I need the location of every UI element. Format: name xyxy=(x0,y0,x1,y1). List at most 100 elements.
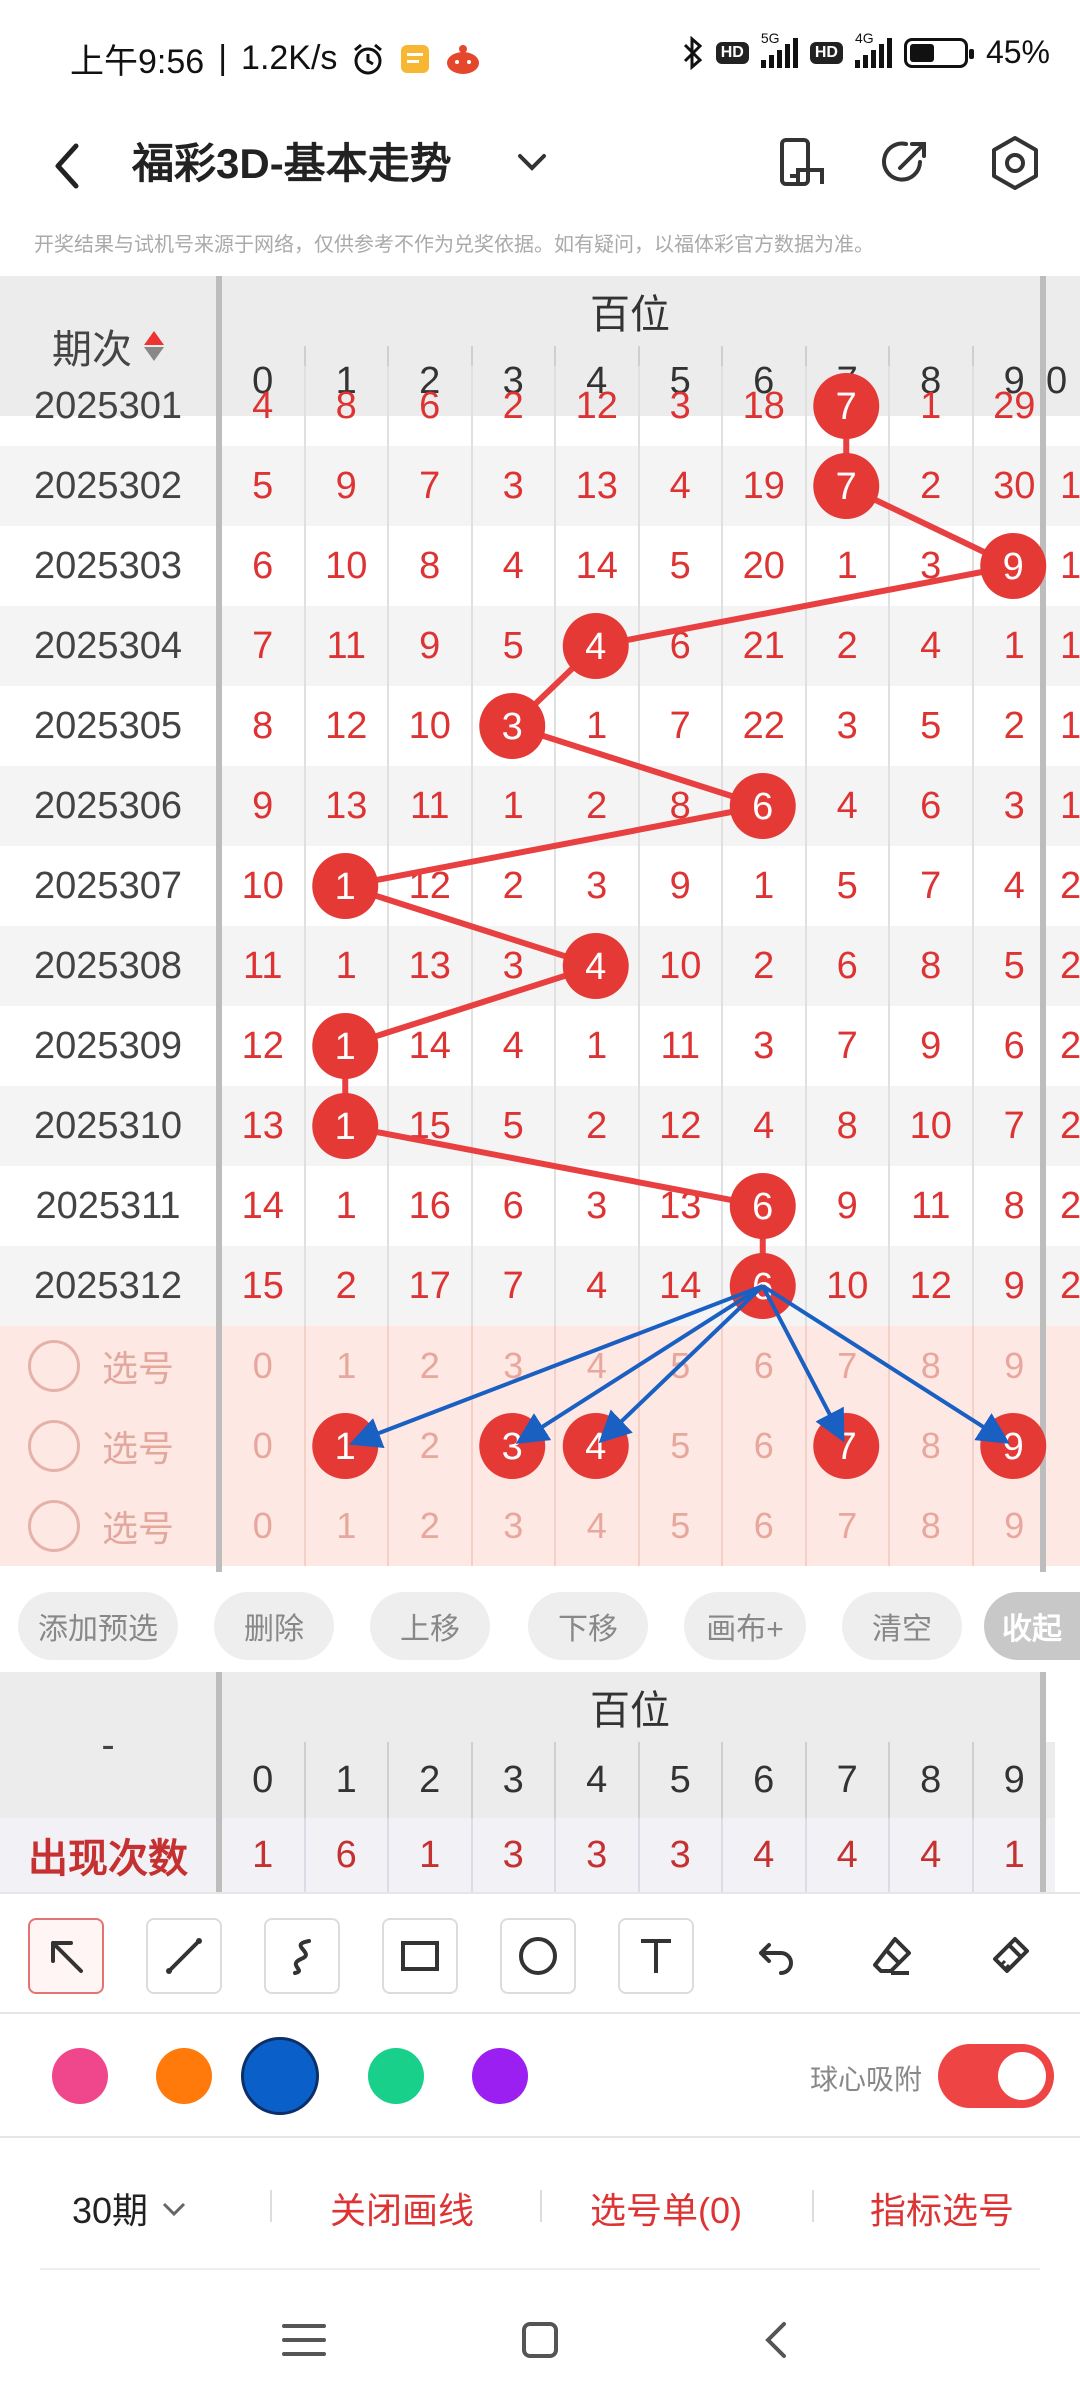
stats-digit: 0 xyxy=(220,1742,304,1818)
svg-text:7: 7 xyxy=(836,466,857,508)
projection-arrow xyxy=(761,1284,1010,1444)
color-swatch[interactable] xyxy=(472,2048,528,2104)
snap-toggle[interactable] xyxy=(938,2044,1054,2108)
canvas-plus-button[interactable]: 画布+ xyxy=(684,1592,806,1660)
hit-ball: 4 xyxy=(562,613,629,679)
rectangle-icon xyxy=(401,1941,439,1971)
battery-percent: 45% xyxy=(985,34,1050,70)
color-swatch[interactable] xyxy=(52,2048,108,2104)
hit-ball: 6 xyxy=(729,773,796,839)
trend-line-segment xyxy=(595,563,1014,649)
drawing-overlay[interactable]: 77943614116613479 xyxy=(0,276,1080,1572)
svg-text:6: 6 xyxy=(752,786,773,828)
stats-digit: 7 xyxy=(804,1742,889,1818)
eraser-icon xyxy=(873,1937,911,1975)
stats-digit: 6 xyxy=(721,1742,805,1818)
hit-ball: 7 xyxy=(813,453,880,519)
share-icon[interactable] xyxy=(870,128,940,198)
hit-ball: 1 xyxy=(312,1013,379,1079)
trend-line-segment xyxy=(344,883,597,969)
pick-list-button[interactable]: 选号单(0) xyxy=(590,2182,742,2234)
occurrence-value: 1 xyxy=(220,1818,304,1892)
home-icon[interactable] xyxy=(510,2310,570,2370)
occurrence-value: 3 xyxy=(470,1818,555,1892)
stats-digit: 4 xyxy=(554,1742,638,1818)
status-time: 上午9:56 xyxy=(70,43,205,81)
color-swatch[interactable] xyxy=(368,2048,424,2104)
occurrence-value: 4 xyxy=(888,1818,972,1892)
projection-arrow xyxy=(348,1284,764,1449)
drawing-toolbar xyxy=(0,1892,1080,2012)
selected-pick-ball[interactable]: 3 xyxy=(479,1413,546,1479)
clear-brush-tool[interactable] xyxy=(972,1918,1048,1994)
stats-digit: 8 xyxy=(888,1742,972,1818)
pointer-icon xyxy=(51,1941,83,1973)
circle-tool[interactable] xyxy=(500,1918,576,1994)
stats-digit: 3 xyxy=(470,1742,555,1818)
back-arrow-icon[interactable] xyxy=(40,130,100,200)
move-down-button[interactable]: 下移 xyxy=(528,1592,648,1660)
occurrence-value: 1 xyxy=(387,1818,471,1892)
eraser-tool[interactable] xyxy=(854,1918,930,1994)
stats-corner: - xyxy=(0,1672,216,1818)
snap-label: 球心吸附 xyxy=(810,2064,923,2095)
color-swatch[interactable] xyxy=(156,2048,212,2104)
move-up-button[interactable]: 上移 xyxy=(370,1592,490,1660)
trend-chart: 期次 百位 0123456789 0 202530148621231812920… xyxy=(0,276,1080,1572)
indicator-pick-button[interactable]: 指标选号 xyxy=(870,2182,1014,2234)
svg-text:1: 1 xyxy=(335,1426,356,1468)
svg-text:4: 4 xyxy=(585,1426,606,1468)
stats-table: - 百位 0123456789 出现次数 1613334441 xyxy=(0,1672,1080,1892)
svg-text:1: 1 xyxy=(335,866,356,908)
system-nav-bar xyxy=(0,2270,1080,2400)
hit-ball: 4 xyxy=(562,933,629,999)
color-swatch[interactable] xyxy=(241,2037,319,2115)
occurrence-label: 出现次数 xyxy=(0,1818,216,1892)
menu-icon[interactable] xyxy=(274,2310,334,2370)
hit-ball: 6 xyxy=(729,1173,796,1239)
clear-button[interactable]: 清空 xyxy=(842,1592,962,1660)
trend-line-segment xyxy=(344,963,597,1049)
svg-text:9: 9 xyxy=(1003,546,1024,588)
occurrence-value: 3 xyxy=(554,1818,638,1892)
battery-icon xyxy=(903,37,974,68)
occurrence-value: 4 xyxy=(721,1818,805,1892)
hit-ball: 1 xyxy=(312,853,379,919)
hit-ball: 9 xyxy=(980,533,1047,599)
pointer-tool[interactable] xyxy=(28,1918,104,1994)
close-drawing-button[interactable]: 关闭画线 xyxy=(330,2182,474,2234)
network-type-5g: 5G xyxy=(760,29,780,46)
occurrence-value: 3 xyxy=(637,1818,722,1892)
hd-badge: HD xyxy=(715,41,749,64)
trend-line-segment xyxy=(344,1123,764,1209)
delete-button[interactable]: 删除 xyxy=(214,1592,334,1660)
phone-layout-icon[interactable] xyxy=(768,128,838,198)
page-title[interactable]: 福彩3D-基本走势 xyxy=(132,130,452,191)
status-net-speed: 1.2K/s xyxy=(241,39,338,77)
alarm-icon xyxy=(354,43,383,74)
undo-tool[interactable] xyxy=(736,1918,812,1994)
settings-icon[interactable] xyxy=(980,128,1050,198)
back-nav-icon[interactable] xyxy=(748,2310,808,2370)
curve-icon xyxy=(293,1939,311,1975)
selected-pick-ball[interactable]: 7 xyxy=(813,1413,880,1479)
chevron-down-icon[interactable] xyxy=(512,142,552,182)
rectangle-tool[interactable] xyxy=(382,1918,458,1994)
notes-app-icon xyxy=(401,44,430,73)
hit-ball: 7 xyxy=(813,373,880,439)
network-type-4g: 4G xyxy=(854,29,874,46)
stats-digit-row: 0123456789 xyxy=(220,1742,1055,1818)
curve-tool[interactable] xyxy=(264,1918,340,1994)
undo-icon xyxy=(759,1943,793,1975)
text-tool[interactable] xyxy=(618,1918,694,1994)
chevron-down-icon xyxy=(162,2202,186,2217)
svg-text:1: 1 xyxy=(335,1026,356,1068)
selected-pick-ball[interactable]: 1 xyxy=(312,1413,379,1479)
selected-pick-ball[interactable]: 9 xyxy=(980,1413,1047,1479)
collapse-button[interactable]: 收起 xyxy=(984,1592,1080,1660)
svg-text:4: 4 xyxy=(585,626,606,668)
add-preselect-button[interactable]: 添加预选 xyxy=(18,1592,178,1660)
line-tool[interactable] xyxy=(146,1918,222,1994)
action-bar: 添加预选 删除 上移 下移 画布+ 清空 收起 xyxy=(0,1582,1080,1672)
period-count-select[interactable]: 30期 xyxy=(72,2182,190,2234)
